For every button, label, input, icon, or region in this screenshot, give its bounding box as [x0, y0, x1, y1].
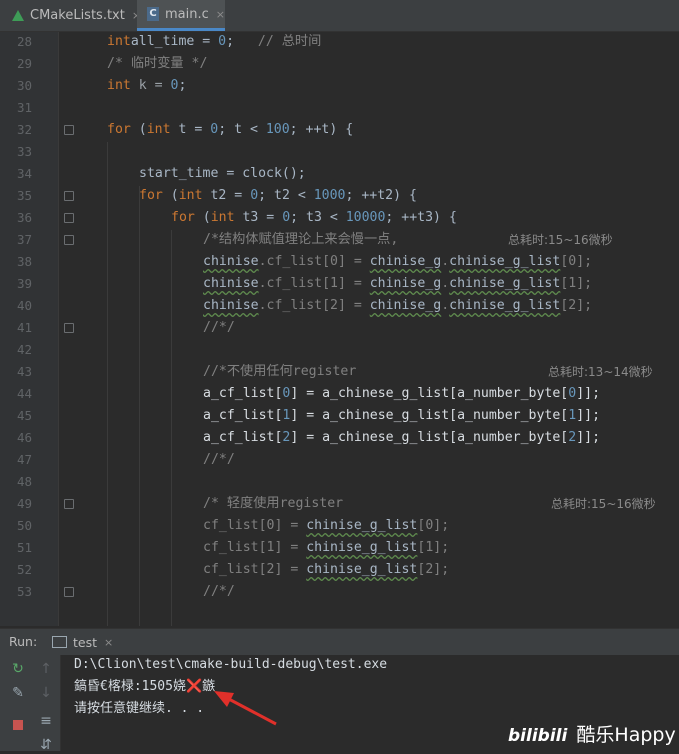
bilibili-watermark: bilibili 酷乐Happy	[508, 720, 676, 747]
annotation-arrow-icon	[214, 691, 277, 726]
bilibili-logo: bilibili	[508, 726, 568, 746]
watermark-user: 酷乐Happy	[576, 724, 676, 746]
